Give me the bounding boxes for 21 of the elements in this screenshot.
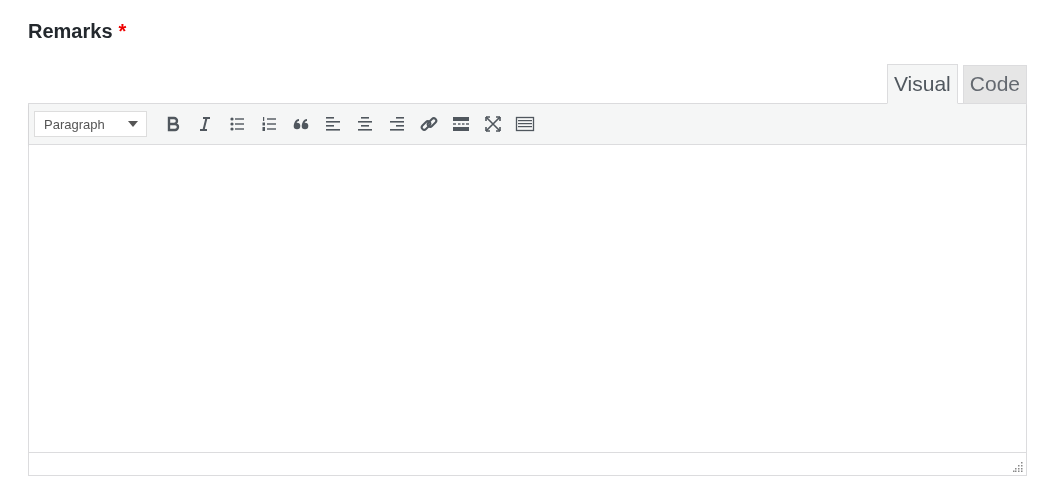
read-more-button[interactable] (451, 114, 471, 134)
link-icon (419, 114, 439, 134)
format-dropdown[interactable]: Paragraph (34, 111, 147, 137)
align-right-icon (387, 114, 407, 134)
fullscreen-icon (483, 114, 503, 134)
fullscreen-button[interactable] (483, 114, 503, 134)
link-button[interactable] (419, 114, 439, 134)
read-more-icon (451, 114, 471, 134)
align-center-icon (355, 114, 375, 134)
align-left-button[interactable] (323, 114, 343, 134)
keyboard-button[interactable] (515, 114, 535, 134)
required-mark: * (118, 20, 127, 43)
editor-tab[interactable]: Visual (886, 64, 958, 104)
editor-tab[interactable]: Code (962, 65, 1027, 104)
align-right-button[interactable] (387, 114, 407, 134)
field-label: Remarks (28, 20, 113, 43)
keyboard-icon (515, 114, 535, 134)
align-left-icon (323, 114, 343, 134)
align-center-button[interactable] (355, 114, 375, 134)
caret-icon (128, 121, 138, 127)
resize-handle-icon[interactable] (1013, 462, 1023, 472)
